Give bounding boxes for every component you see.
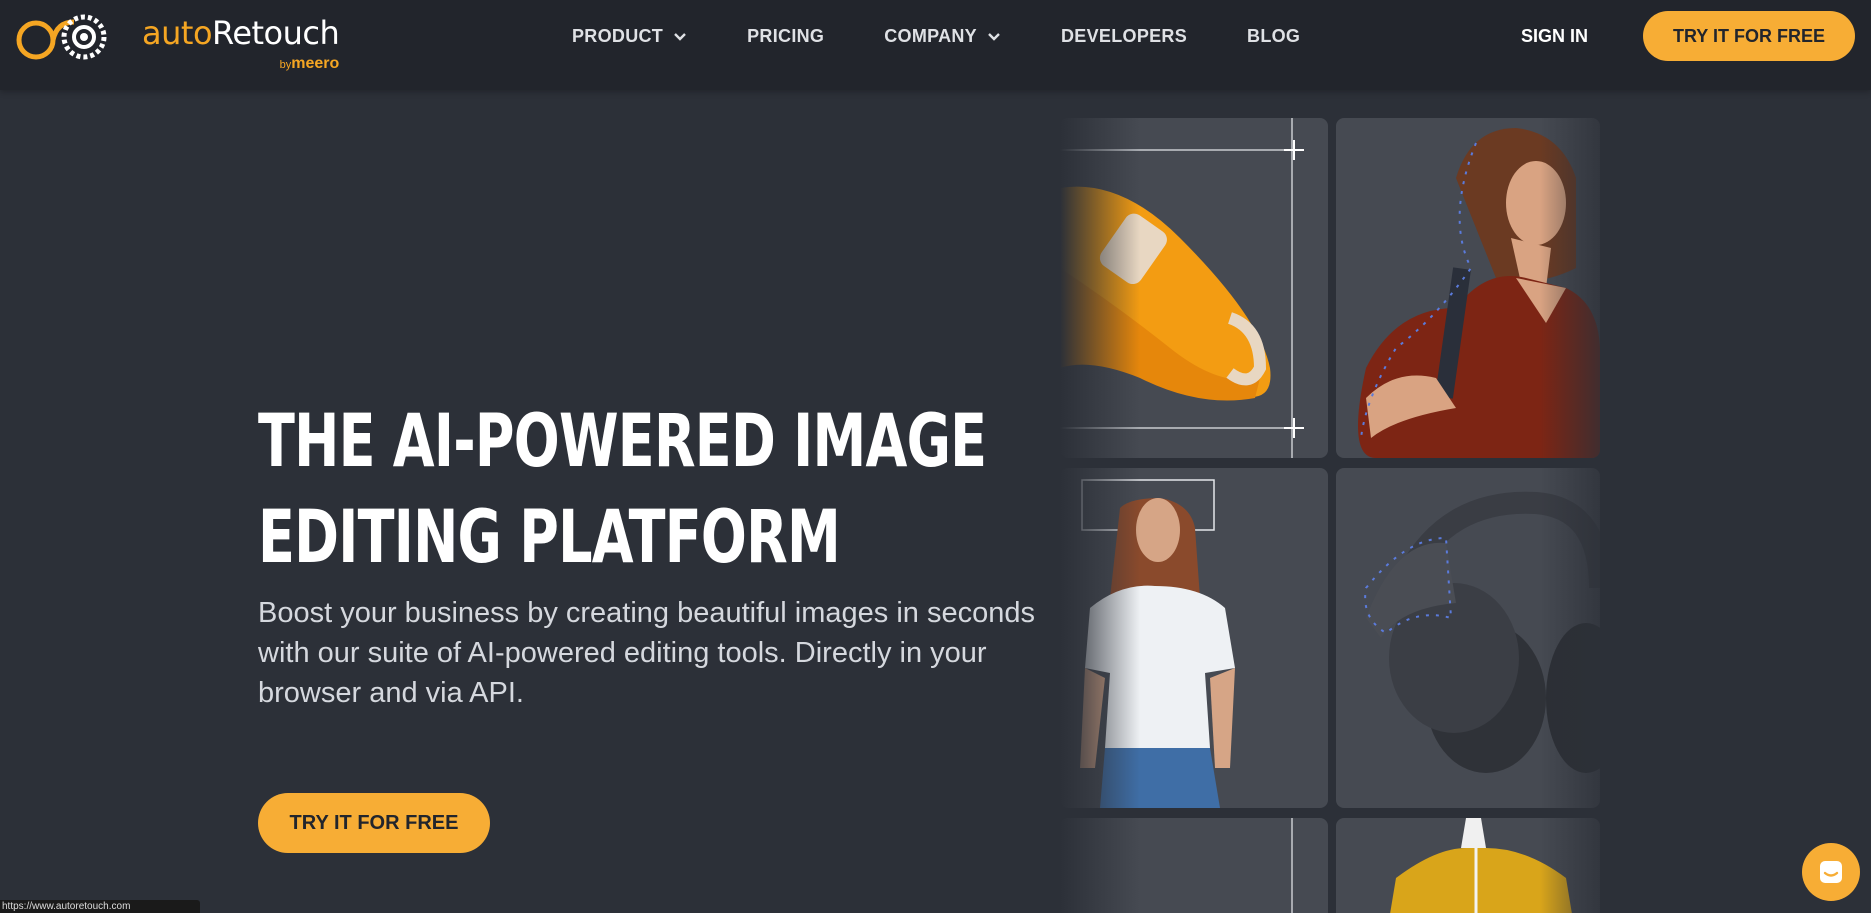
- hero-title-line2: EDITING PLATFORM: [258, 495, 841, 580]
- autoretouch-logo-icon: [16, 14, 107, 60]
- hero-subtitle: Boost your business by creating beautifu…: [258, 597, 1035, 709]
- nav-item-label: DEVELOPERS: [1061, 26, 1188, 46]
- nav-item-label: BLOG: [1247, 26, 1301, 46]
- gallery-fade-right: [1540, 118, 1620, 913]
- hero-title: THE AI-POWERED IMAGE EDITING PLATFORM: [258, 394, 987, 586]
- browser-status-url: https://www.autoretouch.com: [0, 900, 200, 913]
- logo-parent: meero: [291, 55, 340, 72]
- logo-name-part1: auto: [142, 14, 213, 52]
- nav-item-developers[interactable]: DEVELOPERS: [1061, 26, 1187, 47]
- try-free-hero-button[interactable]: TRY IT FOR FREE: [258, 793, 490, 853]
- chat-icon: [1820, 861, 1842, 883]
- nav-item-label: PRICING: [747, 26, 825, 46]
- sign-in-link[interactable]: SIGN IN: [1521, 26, 1588, 47]
- hero-title-line1: THE AI-POWERED IMAGE: [258, 399, 987, 484]
- chat-button[interactable]: [1802, 843, 1860, 901]
- autoretouch-logo[interactable]: autoRetouch bymeero: [12, 10, 340, 72]
- logo-by: by: [279, 59, 292, 71]
- chevron-down-icon: [988, 32, 1000, 41]
- image-gallery: [1060, 118, 1600, 913]
- try-free-nav-button[interactable]: TRY IT FOR FREE: [1643, 11, 1855, 61]
- nav-item-label: PRODUCT: [572, 26, 664, 46]
- top-navbar: autoRetouch bymeero PRODUCT PRICING COMP…: [0, 0, 1871, 90]
- nav-item-blog[interactable]: BLOG: [1247, 26, 1300, 47]
- nav-item-company[interactable]: COMPANY: [884, 26, 1001, 47]
- nav-item-pricing[interactable]: PRICING: [747, 26, 824, 47]
- logo-name-part2: Retouch: [212, 14, 340, 52]
- gallery-fade-left: [1060, 118, 1140, 913]
- logo-byline: bymeero: [280, 55, 340, 73]
- nav-item-product[interactable]: PRODUCT: [572, 26, 687, 47]
- nav-item-label: COMPANY: [884, 26, 977, 46]
- logo-wordmark: autoRetouch bymeero: [142, 14, 340, 72]
- chevron-down-icon: [674, 32, 686, 41]
- main-menu: PRODUCT PRICING COMPANY DEVELOPERS BLOG: [572, 26, 1360, 47]
